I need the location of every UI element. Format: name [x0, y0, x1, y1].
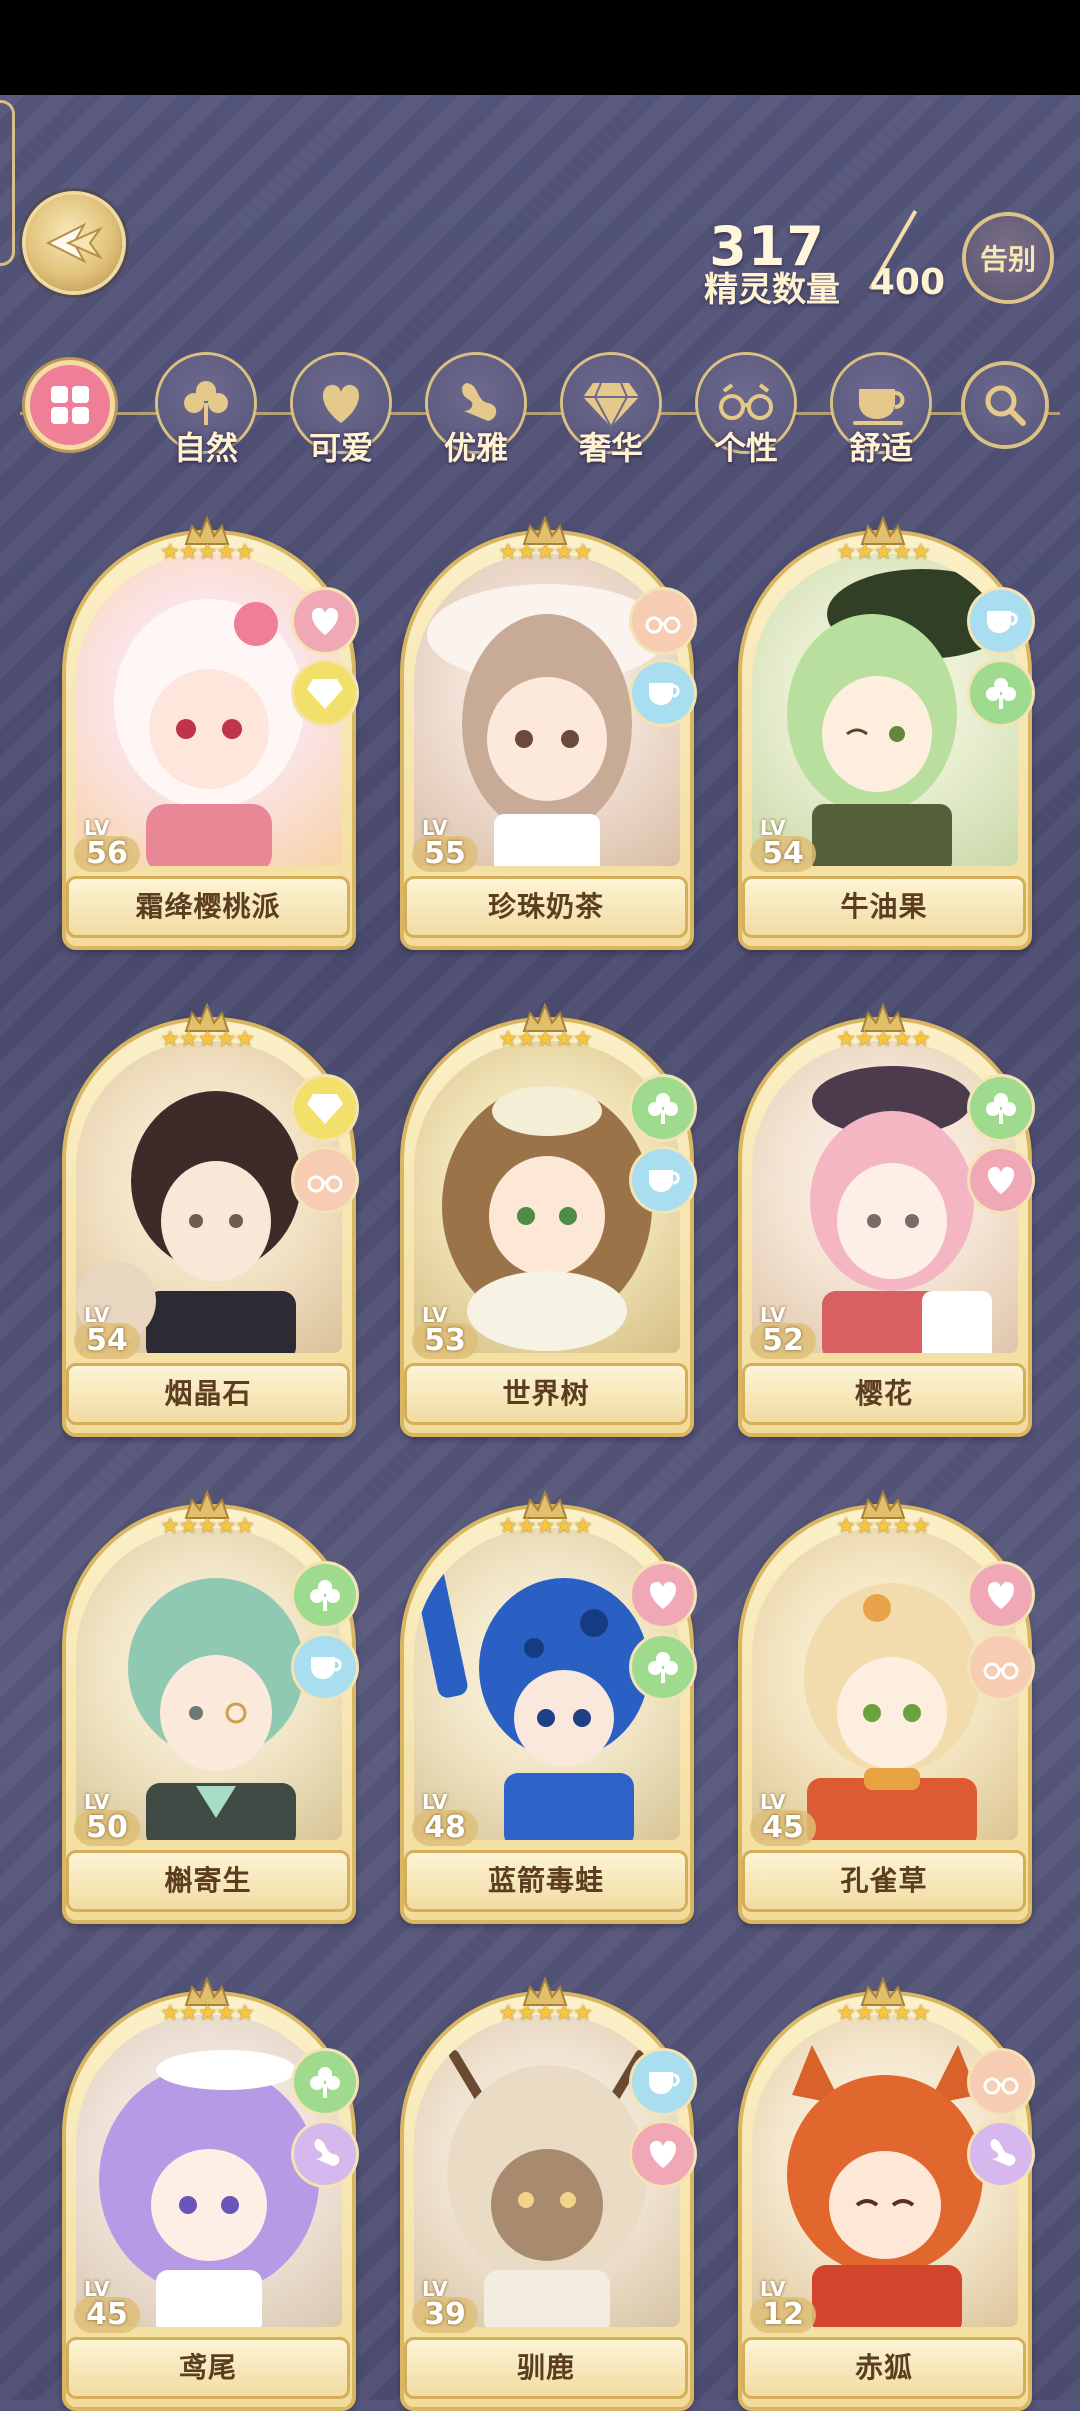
swan-icon — [294, 2123, 356, 2185]
filter-elegant[interactable]: 优雅 — [420, 355, 532, 473]
star-rating: ★★★★★ — [836, 1027, 931, 1052]
glasses-icon — [632, 590, 694, 652]
search-icon — [985, 385, 1026, 426]
star-rating: ★★★★★ — [160, 540, 255, 565]
clover-icon — [294, 1564, 356, 1626]
gem-icon — [294, 662, 356, 724]
cup-icon — [632, 2051, 694, 2113]
level-value: 54 — [750, 836, 816, 872]
spirit-name: 槲寄生 — [66, 1850, 350, 1912]
star-rating: ★★★★★ — [498, 540, 593, 565]
filter-personality[interactable]: 个性 — [690, 355, 802, 473]
star-rating: ★★★★★ — [498, 1027, 593, 1052]
spirit-name: 珍珠奶茶 — [404, 876, 688, 938]
level-value: 56 — [74, 836, 140, 872]
star-rating: ★★★★★ — [836, 1514, 931, 1539]
back-arrow-icon — [45, 222, 103, 264]
spirit-card[interactable]: ★★★★★ LV 45 孔雀草 — [738, 1490, 1032, 1924]
heart-icon — [294, 590, 356, 652]
heart-icon — [632, 1564, 694, 1626]
status-bar — [0, 0, 1080, 95]
gem-icon — [294, 1077, 356, 1139]
spirit-name: 驯鹿 — [404, 2337, 688, 2399]
spirit-name: 鸢尾 — [66, 2337, 350, 2399]
side-ornament — [0, 100, 15, 266]
spirit-card[interactable]: ★★★★★ LV 54 牛油果 — [738, 516, 1032, 950]
heart-icon — [632, 2123, 694, 2185]
heart-icon — [970, 1149, 1032, 1211]
cup-icon — [632, 662, 694, 724]
spirit-name: 樱花 — [742, 1363, 1026, 1425]
spirit-name: 蓝箭毒蛙 — [404, 1850, 688, 1912]
star-rating: ★★★★★ — [836, 540, 931, 565]
level-value: 54 — [74, 1323, 140, 1359]
clover-icon — [294, 2051, 356, 2113]
spirit-card[interactable]: ★★★★★ LV 50 槲寄生 — [62, 1490, 356, 1924]
glasses-icon — [970, 2051, 1032, 2113]
search-button[interactable] — [965, 365, 1045, 445]
filter-label: 自然 — [173, 429, 238, 467]
spirit-count-max: 400 — [869, 262, 945, 303]
filter-label: 优雅 — [443, 429, 508, 467]
spirit-card[interactable]: ★★★★★ LV 48 蓝箭毒蛙 — [400, 1490, 694, 1924]
spirit-card[interactable]: ★★★★★ LV 39 驯鹿 — [400, 1977, 694, 2411]
filter-luxury[interactable]: 奢华 — [555, 355, 667, 473]
cup-icon — [970, 590, 1032, 652]
level-value: 52 — [750, 1323, 816, 1359]
farewell-button[interactable]: 告别 — [966, 216, 1050, 300]
cup-icon — [294, 1636, 356, 1698]
level-value: 53 — [412, 1323, 478, 1359]
filter-label: 可爱 — [308, 429, 373, 467]
spirit-name: 烟晶石 — [66, 1363, 350, 1425]
cup-icon — [632, 1149, 694, 1211]
level-value: 50 — [74, 1810, 140, 1846]
spirit-card[interactable]: ★★★★★ LV 12 赤狐 — [738, 1977, 1032, 2411]
level-value: 45 — [750, 1810, 816, 1846]
star-rating: ★★★★★ — [498, 2001, 593, 2026]
star-rating: ★★★★★ — [836, 2001, 931, 2026]
glasses-icon — [294, 1149, 356, 1211]
star-rating: ★★★★★ — [160, 1514, 255, 1539]
glasses-icon — [970, 1636, 1032, 1698]
spirit-name: 赤狐 — [742, 2337, 1026, 2399]
swan-icon — [970, 2123, 1032, 2185]
clover-icon — [970, 662, 1032, 724]
heart-icon — [970, 1564, 1032, 1626]
star-rating: ★★★★★ — [498, 1514, 593, 1539]
spirit-card[interactable]: ★★★★★ LV 55 珍珠奶茶 — [400, 516, 694, 950]
spirit-name: 孔雀草 — [742, 1850, 1026, 1912]
spirit-name: 霜绛樱桃派 — [66, 876, 350, 938]
filter-all-button[interactable] — [30, 365, 110, 445]
level-value: 12 — [750, 2297, 816, 2333]
filter-label: 舒适 — [848, 429, 913, 467]
filter-cute[interactable]: 可爱 — [285, 355, 397, 473]
spirit-name: 世界树 — [404, 1363, 688, 1425]
level-value: 55 — [412, 836, 478, 872]
level-value: 48 — [412, 1810, 478, 1846]
filter-label: 个性 — [713, 429, 778, 467]
clover-icon — [632, 1077, 694, 1139]
filter-label: 奢华 — [578, 429, 643, 467]
filter-comfort[interactable]: 舒适 — [825, 355, 937, 473]
spirit-card[interactable]: ★★★★★ LV 45 鸢尾 — [62, 1977, 356, 2411]
clover-icon — [632, 1636, 694, 1698]
spirit-count-label: 精灵数量 — [704, 270, 840, 310]
spirit-card[interactable]: ★★★★★ LV 54 烟晶石 — [62, 1003, 356, 1437]
back-button[interactable] — [26, 195, 122, 291]
spirit-name: 牛油果 — [742, 876, 1026, 938]
star-rating: ★★★★★ — [160, 2001, 255, 2026]
level-value: 39 — [412, 2297, 478, 2333]
filter-nature[interactable]: 自然 — [150, 355, 262, 473]
level-value: 45 — [74, 2297, 140, 2333]
spirit-card[interactable]: ★★★★★ LV 56 霜绛樱桃派 — [62, 516, 356, 950]
star-rating: ★★★★★ — [160, 1027, 255, 1052]
spirit-card[interactable]: ★★★★★ LV 53 世界树 — [400, 1003, 694, 1437]
clover-icon — [970, 1077, 1032, 1139]
spirit-card[interactable]: ★★★★★ LV 52 樱花 — [738, 1003, 1032, 1437]
grid-icon — [51, 386, 89, 424]
